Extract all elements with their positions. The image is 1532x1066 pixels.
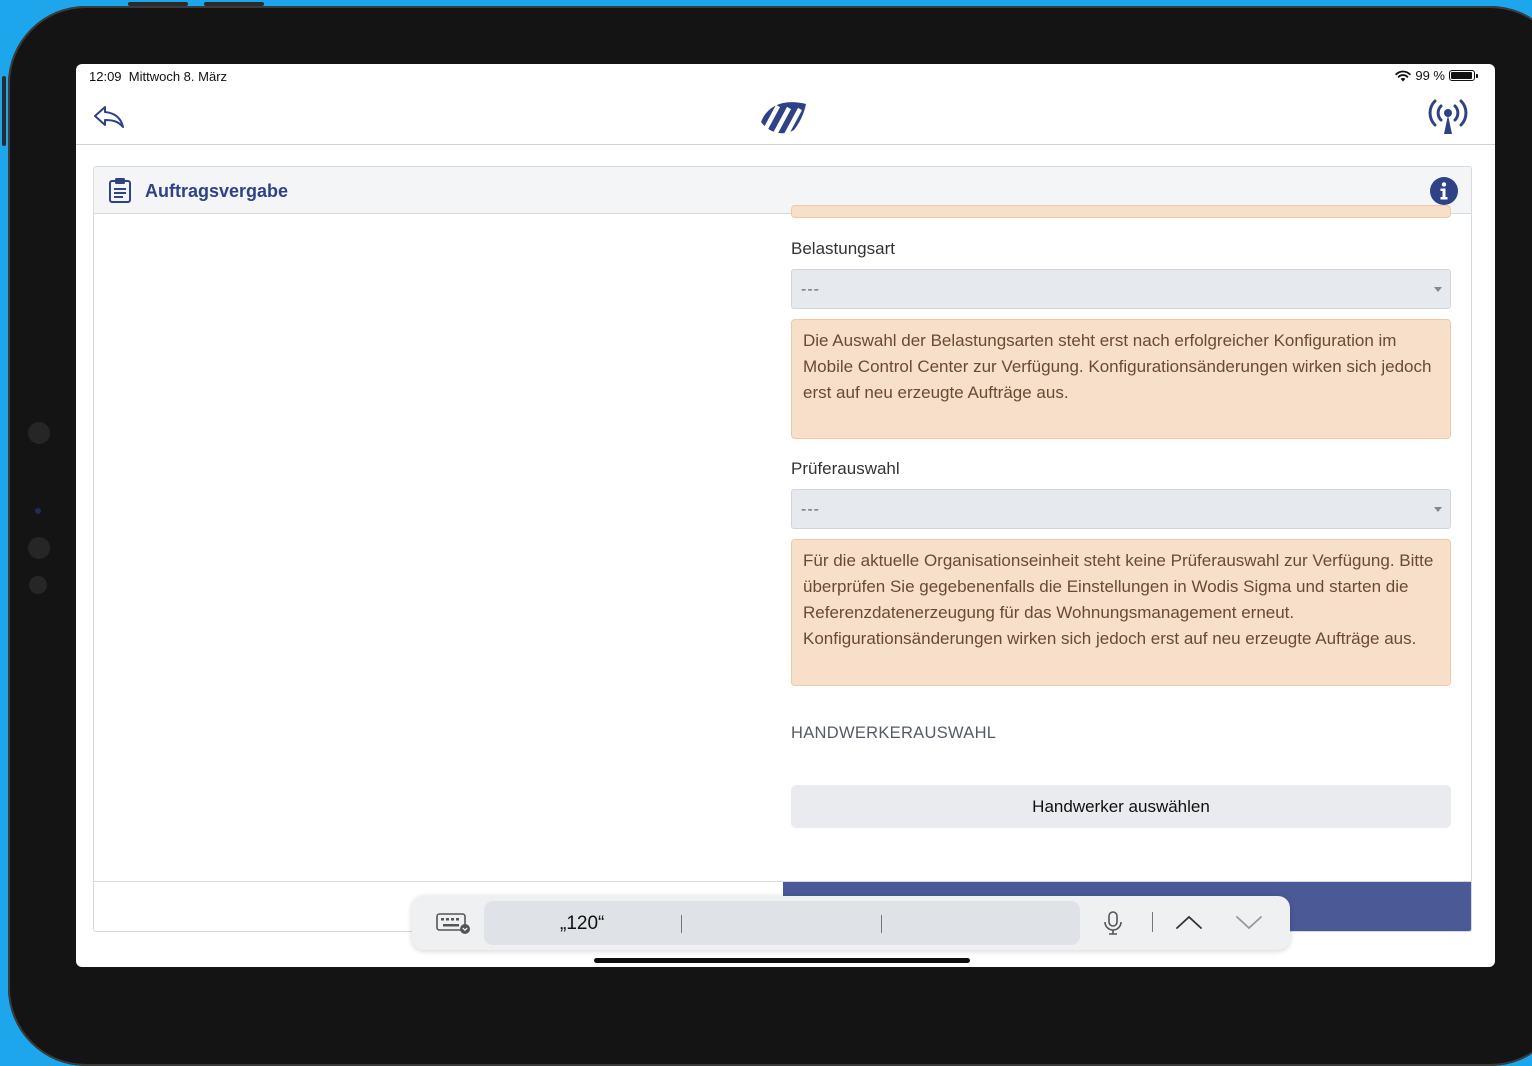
chevron-down-icon[interactable] bbox=[1234, 912, 1264, 932]
battery-percent: 99 % bbox=[1415, 68, 1445, 83]
status-date: Mittwoch 8. März bbox=[128, 69, 228, 84]
info-icon[interactable] bbox=[1429, 176, 1459, 206]
order-card: Auftragsvergabe Belastungsart --- Die Au… bbox=[93, 166, 1472, 932]
camera-dot-1 bbox=[28, 422, 50, 444]
camera-dot-3 bbox=[29, 576, 47, 594]
radio-tower-icon[interactable] bbox=[1427, 98, 1469, 136]
prueferauswahl-value: --- bbox=[801, 501, 820, 518]
chevron-down-icon bbox=[1434, 287, 1442, 292]
suggestion-divider bbox=[881, 915, 882, 933]
keyboard-icon[interactable] bbox=[436, 912, 472, 934]
chevron-down-icon bbox=[1434, 507, 1442, 512]
select-craftsman-button[interactable]: Handwerker auswählen bbox=[791, 785, 1451, 828]
nav-bar bbox=[76, 88, 1495, 145]
keyboard-accessory-bar: „120“ bbox=[412, 896, 1290, 950]
camera-lens bbox=[35, 508, 41, 514]
suggestion-strip: „120“ bbox=[484, 901, 1080, 945]
status-time: 12:09 Mittwoch 8. März bbox=[89, 69, 227, 84]
app-logo-icon bbox=[761, 102, 806, 137]
camera-dot-2 bbox=[28, 537, 50, 559]
belastungsart-notice: Die Auswahl der Belastungsarten steht er… bbox=[791, 319, 1451, 439]
belastungsart-value: --- bbox=[801, 281, 820, 298]
prueferauswahl-select[interactable]: --- bbox=[791, 489, 1451, 529]
chevron-up-icon[interactable] bbox=[1174, 912, 1204, 932]
prueferauswahl-label: Prüferauswahl bbox=[791, 459, 900, 478]
home-indicator[interactable] bbox=[594, 958, 970, 963]
card-title: Auftragsvergabe bbox=[145, 181, 289, 201]
suggestion-word[interactable]: „120“ bbox=[560, 913, 604, 935]
notice-partial bbox=[791, 205, 1451, 218]
back-arrow-icon[interactable] bbox=[92, 102, 126, 132]
wifi-icon bbox=[1395, 70, 1412, 81]
top-button-2 bbox=[204, 2, 264, 6]
belastungsart-label: Belastungsart bbox=[791, 239, 895, 258]
suggestion-divider bbox=[681, 915, 682, 933]
top-button bbox=[128, 2, 188, 6]
status-indicators: 99 % bbox=[1395, 68, 1478, 83]
belastungsart-select[interactable]: --- bbox=[791, 269, 1451, 309]
clipboard-icon bbox=[109, 178, 131, 203]
status-bar: 12:09 Mittwoch 8. März 99 % bbox=[76, 64, 1495, 88]
volume-button bbox=[2, 76, 6, 146]
status-time-value: 12:09 bbox=[89, 69, 122, 84]
keyboard-divider bbox=[1152, 912, 1153, 932]
microphone-icon[interactable] bbox=[1102, 910, 1124, 936]
battery-icon bbox=[1449, 70, 1478, 81]
app-screen: 12:09 Mittwoch 8. März 99 % Auftragsverg… bbox=[76, 64, 1495, 967]
prueferauswahl-notice: Für die aktuelle Organisationseinheit st… bbox=[791, 539, 1451, 686]
handwerker-section-title: HANDWERKERAUSWAHL bbox=[791, 724, 997, 742]
